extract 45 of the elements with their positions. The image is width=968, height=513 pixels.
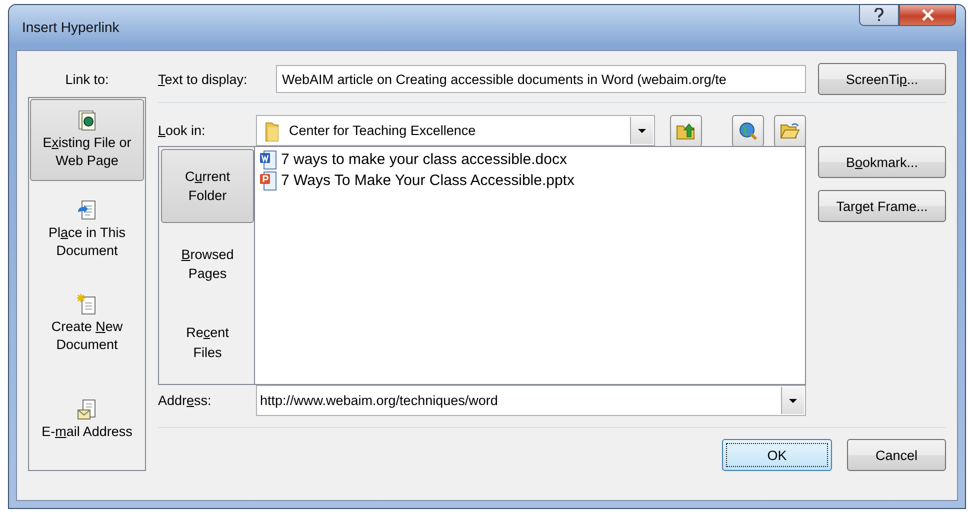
- text-to-display-label: Text to display:: [158, 72, 248, 86]
- text-to-display-field[interactable]: WebAIM article on Creating accessible documents in Word (webaim.org/te: [276, 65, 806, 93]
- dropdown-button[interactable]: [781, 387, 804, 414]
- dropdown-button[interactable]: [630, 117, 653, 144]
- presentation-document-icon: [259, 170, 277, 190]
- address-label: Address:: [158, 393, 212, 408]
- browse-tab[interactable]: Recent Files: [161, 306, 254, 380]
- file-name[interactable]: 7 ways to make your class accessible.docx: [281, 151, 567, 168]
- caret-icon: [789, 398, 797, 402]
- link-type-option[interactable]: Create New Document: [30, 283, 144, 365]
- close-button[interactable]: [899, 5, 956, 26]
- file-globe-icon: [77, 110, 97, 132]
- help-icon: [874, 8, 884, 22]
- bookmark-button[interactable]: Bookmark...: [818, 146, 946, 178]
- link-to-label: Link to:: [64, 70, 110, 88]
- new-document-icon: [77, 294, 97, 316]
- address-value: http://www.webaim.org/techniques/word: [260, 393, 498, 408]
- link-type-option[interactable]: E-mail Address: [30, 379, 144, 461]
- browse-tab[interactable]: Current Folder: [161, 149, 254, 224]
- document-arrow-icon: [77, 200, 97, 222]
- screentip-button[interactable]: ScreenTip...: [818, 63, 946, 95]
- look-in-label: Look in:: [158, 123, 206, 138]
- globe-magnifier-icon: [738, 120, 758, 140]
- link-type-option[interactable]: Existing File or Web Page: [30, 99, 144, 181]
- browse-web-button[interactable]: [732, 114, 764, 146]
- folder-icon: [265, 120, 279, 142]
- help-button[interactable]: [859, 5, 899, 26]
- up-folder-button[interactable]: [670, 114, 702, 146]
- target-frame-button[interactable]: Target Frame...: [818, 190, 946, 222]
- look-in-value: Center for Teaching Excellence: [289, 123, 476, 138]
- word-document-icon: [259, 150, 277, 170]
- close-icon: [920, 9, 934, 21]
- window-title: Insert Hyperlink: [22, 19, 120, 35]
- look-in-dropdown[interactable]: Center for Teaching Excellence: [256, 115, 655, 146]
- browse-file-button[interactable]: [774, 114, 806, 146]
- open-folder-icon: [780, 122, 800, 140]
- link-type-option[interactable]: Place in This Document: [30, 189, 144, 271]
- file-name[interactable]: 7 Ways To Make Your Class Accessible.pptx: [281, 172, 574, 189]
- envelope-document-icon: [77, 399, 97, 422]
- browse-tab[interactable]: Browsed Pages: [161, 227, 254, 302]
- folder-up-arrow-icon: [676, 122, 696, 140]
- ok-button[interactable]: OK: [722, 439, 832, 471]
- address-dropdown[interactable]: http://www.webaim.org/techniques/word: [256, 385, 806, 416]
- caret-icon: [638, 128, 646, 132]
- cancel-button[interactable]: Cancel: [847, 439, 946, 471]
